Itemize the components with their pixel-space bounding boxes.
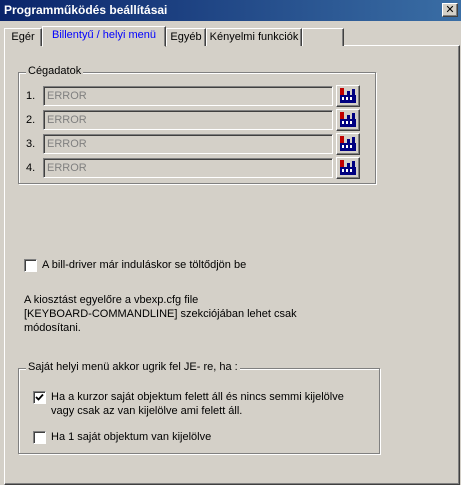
title-bar[interactable]: Programműködés beállításai ✕	[0, 0, 461, 21]
close-button[interactable]: ✕	[442, 3, 458, 17]
bill-driver-checkbox[interactable]	[24, 259, 37, 272]
info-text-line-2: [KEYBOARD-COMMANDLINE] szekciójában lehe…	[24, 308, 297, 320]
company-field-4: ERROR	[43, 158, 333, 178]
one-object-selected-label: Ha 1 saját objektum van kijelölve	[51, 431, 212, 443]
tab-convenience-functions[interactable]: Kényelmi funkciók	[206, 28, 302, 46]
local-menu-group-label: Saját helyi menü akkor ugrik fel JE- re,…	[26, 361, 240, 373]
bill-driver-label: A bill-driver már induláskor se töltődjö…	[42, 259, 247, 271]
row-number-2: 2.	[26, 114, 36, 126]
checkmark-icon	[35, 393, 44, 401]
tab-keyboard-local-menu[interactable]: Billentyű / helyi menü	[42, 26, 166, 47]
row-number-3: 3.	[26, 138, 36, 150]
row-number-1: 1.	[26, 90, 36, 102]
info-text-line-1: A kiosztást egyelőre a vbexp.cfg file	[24, 294, 199, 306]
browse-button-2[interactable]	[336, 109, 360, 131]
cursor-over-object-label-line-1: Ha a kurzor saját objektum felett áll és…	[51, 391, 344, 403]
factory-icon	[340, 112, 356, 127]
company-field-2: ERROR	[43, 110, 333, 130]
tab-other[interactable]: Egyéb	[166, 28, 206, 46]
window-title: Programműködés beállításai	[4, 3, 168, 17]
tab-blank[interactable]	[302, 28, 344, 46]
factory-icon	[340, 160, 356, 175]
one-object-selected-checkbox[interactable]	[33, 431, 46, 444]
browse-button-1[interactable]	[336, 85, 360, 107]
factory-icon	[340, 88, 356, 103]
company-field-1: ERROR	[43, 86, 333, 106]
cursor-over-object-label-line-2: vagy csak az van kijelölve ami felett ál…	[51, 405, 243, 417]
cursor-over-object-checkbox[interactable]	[33, 391, 46, 404]
company-data-group-label: Cégadatok	[26, 65, 84, 77]
factory-icon	[340, 136, 356, 151]
tab-mouse[interactable]: Egér	[4, 28, 42, 46]
browse-button-4[interactable]	[336, 157, 360, 179]
browse-button-3[interactable]	[336, 133, 360, 155]
row-number-4: 4.	[26, 162, 36, 174]
company-field-3: ERROR	[43, 134, 333, 154]
info-text-line-3: módosítani.	[24, 322, 81, 334]
